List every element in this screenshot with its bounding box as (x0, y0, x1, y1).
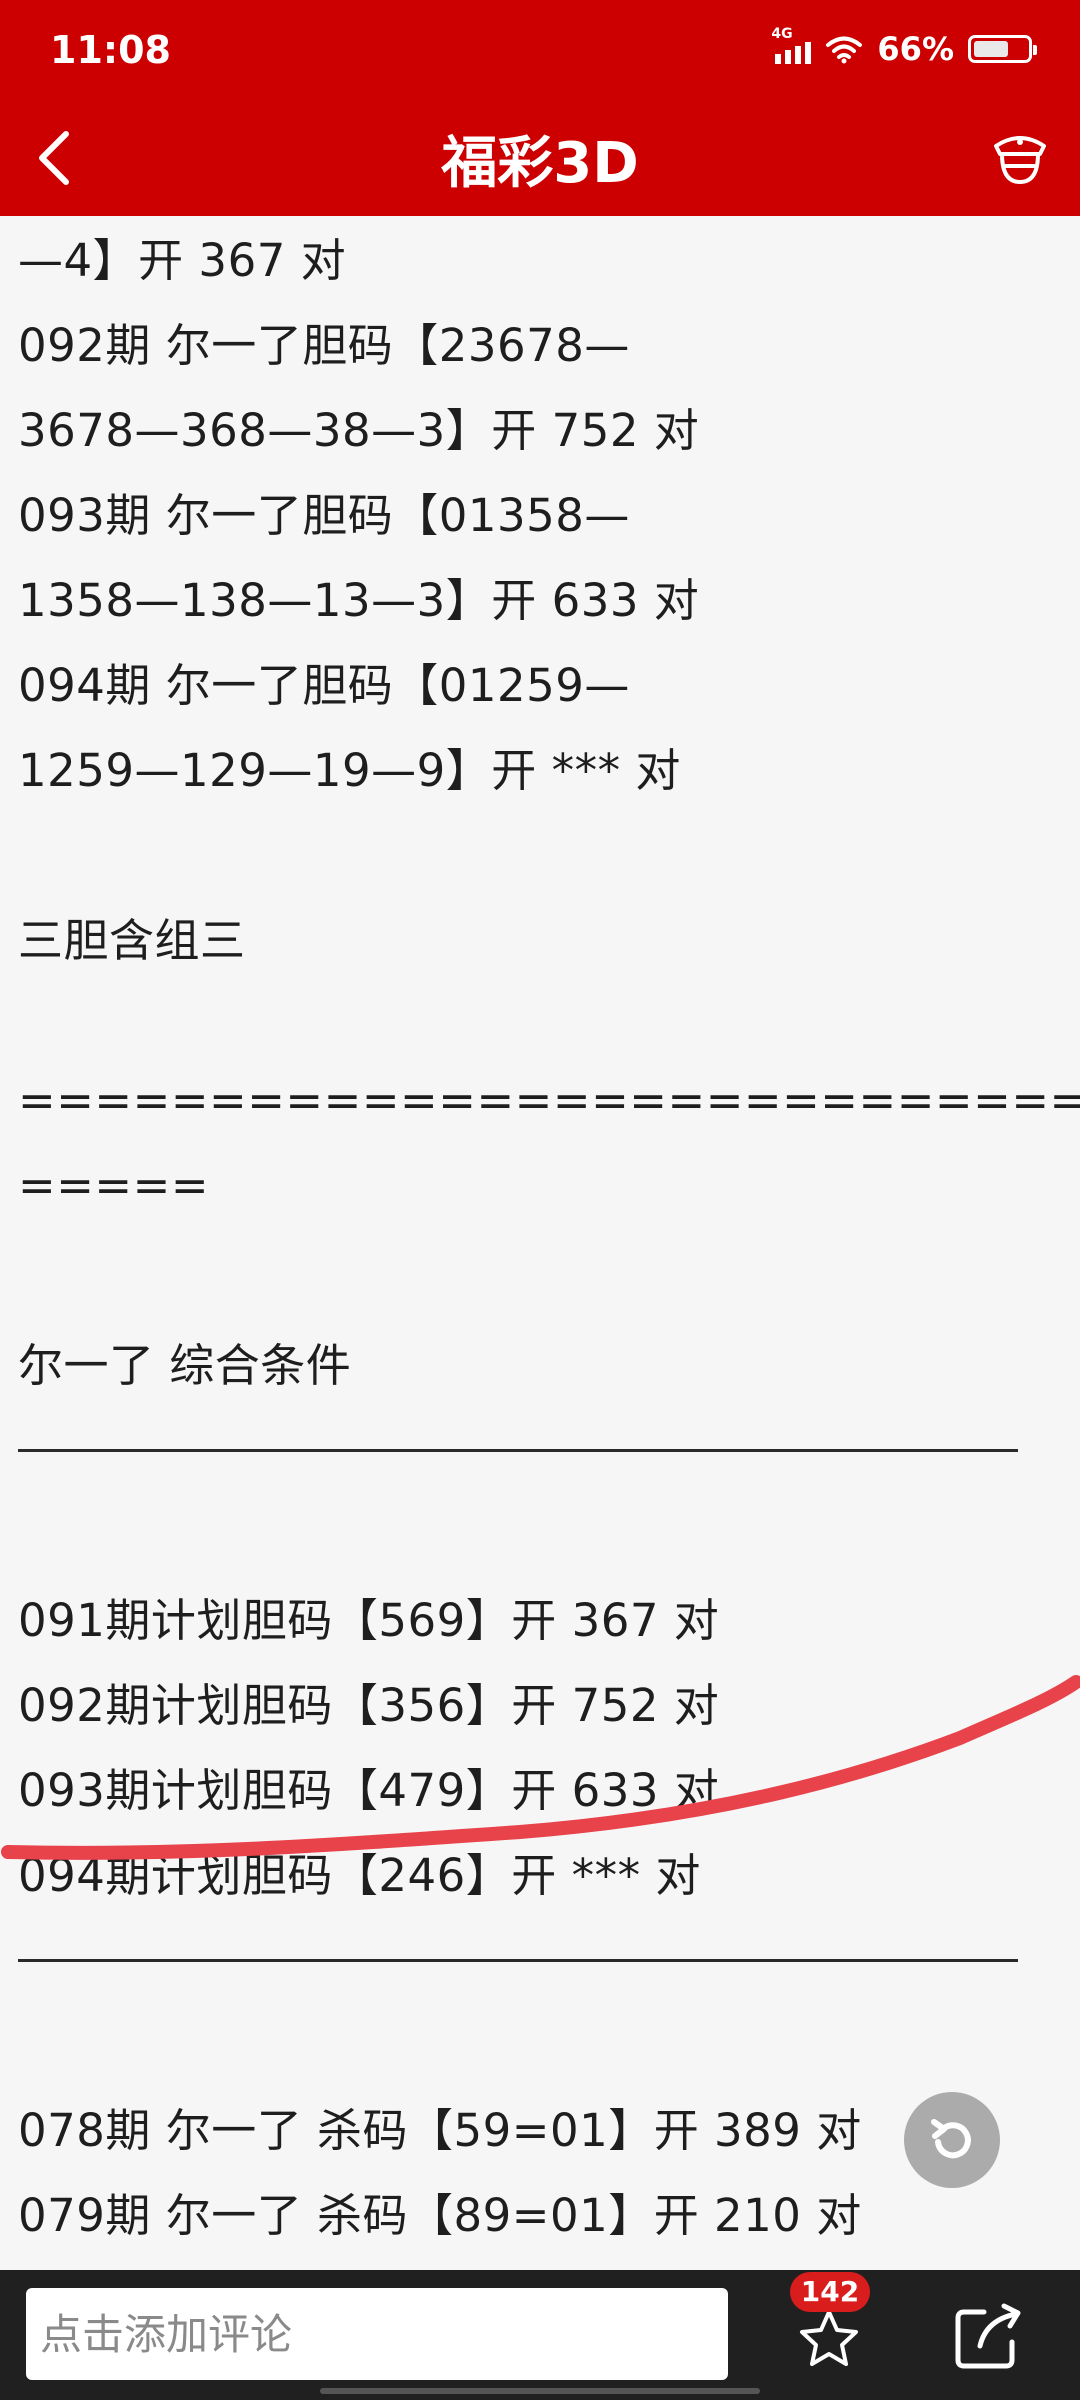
text-line: 091期计划胆码【569】开 367 对 (18, 1594, 720, 1647)
wifi-icon (826, 36, 863, 64)
text-line: 092期 尔一了胆码【23678— (18, 319, 630, 372)
battery-icon (968, 35, 1037, 63)
divider (18, 1959, 1018, 1962)
profile-icon[interactable] (982, 120, 1058, 196)
text-line: 093期计划胆码【479】开 633 对 (18, 1764, 720, 1817)
separator-text: ===== (18, 1159, 210, 1212)
favorite-count-badge: 142 (790, 2272, 870, 2312)
battery-percentage: 66% (877, 30, 954, 68)
refresh-button[interactable] (904, 2092, 1000, 2188)
divider (18, 1449, 1018, 1452)
page-title: 福彩3D (441, 131, 639, 196)
battery-level (974, 41, 1009, 57)
text-line: 093期 尔一了胆码【01358— (18, 489, 630, 542)
text-line: 1358—138—13—3】开 633 对 (18, 574, 700, 627)
section-heading: 尔一了 综合条件 (18, 1339, 352, 1392)
cellular-signal-icon: 4G (771, 26, 812, 64)
text-line: 092期计划胆码【356】开 752 对 (18, 1679, 720, 1732)
article-content[interactable]: —4】开 367 对 092期 尔一了胆码【23678— 3678—368—38… (0, 216, 1080, 2270)
text-line: 3678—368—38—3】开 752 对 (18, 404, 700, 457)
share-icon[interactable] (950, 2298, 1026, 2374)
comment-input[interactable] (26, 2288, 728, 2380)
status-bar: 11:08 4G 66% (0, 0, 1080, 100)
section-heading: 三胆含组三 (18, 914, 246, 967)
text-line: 1259—129—19—9】开 *** 对 (18, 744, 681, 797)
text-line: 078期 尔一了 杀码【59=01】开 389 对 (18, 2104, 862, 2157)
bottom-action-bar: 142 (0, 2270, 1080, 2400)
refresh-icon (931, 2119, 971, 2159)
status-icons: 4G 66% (771, 26, 1037, 68)
status-time: 11:08 (50, 28, 171, 72)
text-line: 079期 尔一了 杀码【89=01】开 210 对 (18, 2189, 862, 2242)
text-line: 094期计划胆码【246】开 *** 对 (18, 1849, 701, 1902)
text-line: 094期 尔一了胆码【01259— (18, 659, 630, 712)
text-line: —4】开 367 对 (18, 234, 347, 287)
separator-text: ===================================== (18, 1074, 1080, 1127)
navigation-bar: 福彩3D (0, 100, 1080, 216)
network-type-label: 4G (771, 26, 793, 42)
home-indicator (320, 2388, 760, 2394)
